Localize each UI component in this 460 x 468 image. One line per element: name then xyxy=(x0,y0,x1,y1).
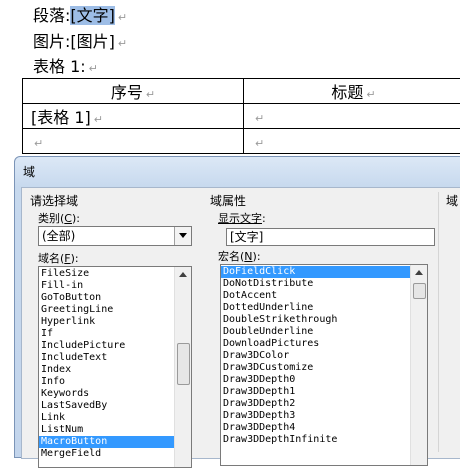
doc-paragraph-line: 段落:[文字]↵ xyxy=(33,5,127,29)
choose-field-group-label: 请选择域 xyxy=(30,192,78,209)
paragraph-mark-icon: ↵ xyxy=(94,113,103,126)
chevron-down-icon[interactable] xyxy=(174,227,191,245)
paragraph-mark-icon: ↵ xyxy=(118,37,127,50)
list-item[interactable]: DotAccent xyxy=(221,290,427,302)
list-item[interactable]: Keywords xyxy=(39,388,191,400)
table-caption-text: 表格 1: xyxy=(33,57,86,76)
document-table: 序号↵ 标题↵ [表格 1]↵ ↵ ↵ ↵ xyxy=(22,78,460,154)
table-header-row: 序号↵ 标题↵ xyxy=(23,79,460,104)
list-item[interactable]: Draw3DDepth0 xyxy=(221,374,427,386)
table-row: ↵ ↵ xyxy=(23,129,460,154)
picture-line-text: 图片:[图片] xyxy=(33,32,115,51)
list-item[interactable]: DownloadPictures xyxy=(221,338,427,350)
list-item[interactable]: Draw3DDepth3 xyxy=(221,410,427,422)
paragraph-mark-icon: ↵ xyxy=(255,112,264,125)
list-item[interactable]: Index xyxy=(39,364,191,376)
table-header-cell[interactable]: 标题↵ xyxy=(244,79,460,104)
paragraph-mark-icon: ↵ xyxy=(255,137,264,150)
category-value: (全部) xyxy=(42,227,75,245)
field-names-scrollbar[interactable] xyxy=(174,267,191,467)
dialog-title: 域 xyxy=(23,163,35,180)
field-properties-group-label: 域属性 xyxy=(210,192,246,209)
field-names-label: 域名(F): xyxy=(38,250,79,266)
macro-names-listbox[interactable]: DoFieldClickDoNotDistributeDotAccentDott… xyxy=(220,264,428,466)
list-item[interactable]: LastSavedBy xyxy=(39,400,191,412)
table-cell[interactable]: ↵ xyxy=(244,104,460,129)
paragraph-mark-icon: ↵ xyxy=(34,137,43,150)
list-item[interactable]: DoFieldClick xyxy=(221,266,427,278)
list-item[interactable]: Hyperlink xyxy=(39,316,191,328)
macro-name-label: 宏名(N): xyxy=(218,248,261,264)
display-text-label: 显示文字: xyxy=(218,210,266,226)
paragraph-mark-icon: ↵ xyxy=(89,62,98,75)
field-options-group-label: 域 xyxy=(446,192,458,209)
scroll-thumb[interactable] xyxy=(413,283,426,299)
paragraph-mark-icon: ↵ xyxy=(366,88,375,101)
doc-table-caption: 表格 1:↵ xyxy=(33,56,98,80)
display-text-input[interactable]: [文字] xyxy=(226,228,435,246)
field-dialog: 域 请选择域 类别(C): (全部) 域名(F): FileSizeFill-i… xyxy=(14,156,460,458)
list-item[interactable]: IncludeText xyxy=(39,352,191,364)
list-item[interactable]: Draw3DDepth4 xyxy=(221,422,427,434)
list-item[interactable]: GreetingLine xyxy=(39,304,191,316)
paragraph-mark-icon: ↵ xyxy=(118,11,127,24)
list-item[interactable]: FileSize xyxy=(39,268,191,280)
macro-names-scrollbar[interactable] xyxy=(410,265,427,465)
scroll-up-button[interactable] xyxy=(411,265,427,281)
category-dropdown[interactable]: (全部) xyxy=(38,226,192,246)
list-item[interactable]: Draw3DDepthInfinite xyxy=(221,434,427,446)
scroll-up-button[interactable] xyxy=(175,267,191,283)
selected-field-text[interactable]: [文字] xyxy=(70,6,115,25)
category-label: 类别(C): xyxy=(38,210,80,226)
list-item[interactable]: Draw3DColor xyxy=(221,350,427,362)
table-cell[interactable]: [表格 1]↵ xyxy=(23,104,244,129)
scroll-thumb[interactable] xyxy=(177,343,190,385)
paragraph-mark-icon: ↵ xyxy=(146,88,155,101)
paragraph-label: 段落: xyxy=(33,6,70,25)
list-item[interactable]: Info xyxy=(39,376,191,388)
dialog-client-area: 请选择域 类别(C): (全部) 域名(F): FileSizeFill-inG… xyxy=(21,187,460,459)
table-cell[interactable]: ↵ xyxy=(23,129,244,154)
list-item[interactable]: ListNum xyxy=(39,424,191,436)
list-item[interactable]: MacroButton xyxy=(39,436,191,448)
list-item[interactable]: Draw3DDepth1 xyxy=(221,386,427,398)
list-item[interactable]: Link xyxy=(39,412,191,424)
table-cell[interactable]: ↵ xyxy=(244,129,460,154)
list-item[interactable]: Draw3DCustomize xyxy=(221,362,427,374)
list-item[interactable]: If xyxy=(39,328,191,340)
list-item[interactable]: Fill-in xyxy=(39,280,191,292)
list-item[interactable]: DoubleStrikethrough xyxy=(221,314,427,326)
group-divider xyxy=(438,192,439,452)
field-names-listbox[interactable]: FileSizeFill-inGoToButtonGreetingLineHyp… xyxy=(38,266,192,468)
list-item[interactable]: GoToButton xyxy=(39,292,191,304)
list-item[interactable]: DoNotDistribute xyxy=(221,278,427,290)
table-row: [表格 1]↵ ↵ xyxy=(23,104,460,129)
list-item[interactable]: DottedUnderline xyxy=(221,302,427,314)
list-item[interactable]: Draw3DDepth2 xyxy=(221,398,427,410)
list-item[interactable]: DoubleUnderline xyxy=(221,326,427,338)
list-item[interactable]: IncludePicture xyxy=(39,340,191,352)
table-header-cell[interactable]: 序号↵ xyxy=(23,79,244,104)
doc-picture-line: 图片:[图片]↵ xyxy=(33,31,127,55)
